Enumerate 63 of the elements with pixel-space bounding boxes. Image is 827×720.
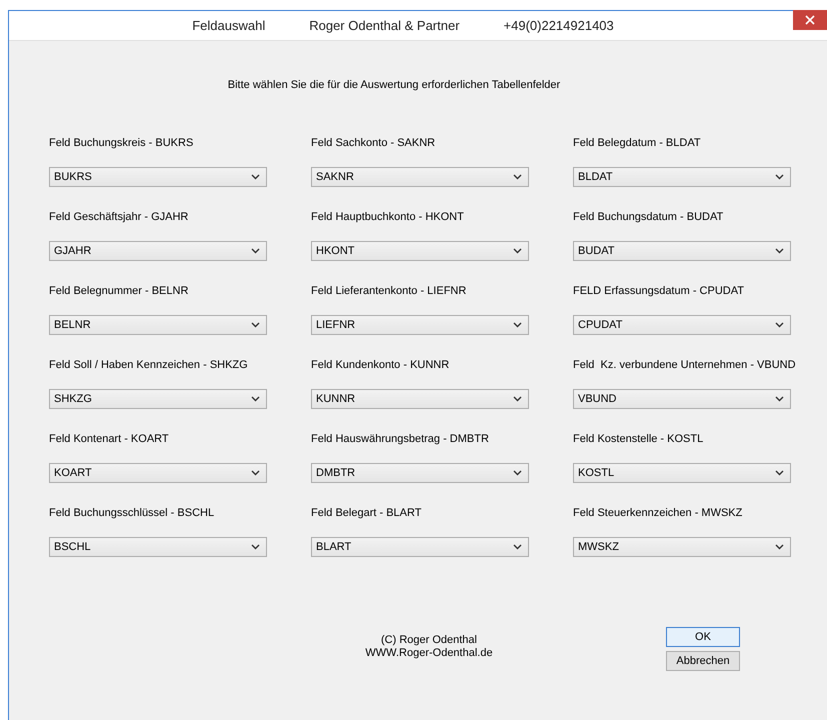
dropdown[interactable]: SAKNR (311, 167, 529, 187)
chevron-down-icon (775, 544, 784, 550)
dropdown[interactable]: HKONT (311, 241, 529, 261)
field-label: Feld Lieferantenkonto - LIEFNR (311, 284, 468, 298)
chevron-down-icon (251, 544, 260, 550)
dropdown[interactable]: DMBTR (311, 463, 529, 483)
dropdown[interactable]: CPUDAT (573, 315, 791, 335)
field-label: Feld Kostenstelle - KOSTL (573, 432, 704, 446)
dialog-button[interactable]: OK (666, 627, 740, 647)
chevron-down-icon (775, 322, 784, 328)
close-icon (805, 15, 815, 25)
field-label: FELD Erfassungsdatum - CPUDAT (573, 284, 745, 298)
field-label: Feld Belegnummer - BELNR (49, 284, 190, 298)
field-label: Feld Kundenkonto - KUNNR (311, 358, 450, 372)
dialog-button[interactable]: Abbrechen (666, 651, 740, 671)
dropdown[interactable]: KOSTL (573, 463, 791, 483)
close-button[interactable] (793, 10, 827, 30)
field-label: Feld Hauswährungsbetrag - DMBTR (311, 432, 490, 446)
chevron-down-icon (513, 544, 522, 550)
dropdown[interactable]: LIEFNR (311, 315, 529, 335)
dropdown[interactable]: KUNNR (311, 389, 529, 409)
dropdown[interactable]: GJAHR (49, 241, 267, 261)
dropdown[interactable]: BUKRS (49, 167, 267, 187)
field-label: Feld Soll / Haben Kennzeichen - SHKZG (49, 358, 249, 372)
chevron-down-icon (775, 174, 784, 180)
field-label: Feld Buchungsdatum - BUDAT (573, 210, 724, 224)
window-title: +49(0)2214921403 (504, 18, 614, 33)
field-label: Feld Hauptbuchkonto - HKONT (311, 210, 465, 224)
field-label: Feld Buchungsschlüssel - BSCHL (49, 506, 216, 520)
dropdown[interactable]: BELNR (49, 315, 267, 335)
copyright-text: WWW.Roger-Odenthal.de (364, 647, 494, 660)
field-label: Feld Belegdatum - BLDAT (573, 136, 702, 150)
chevron-down-icon (513, 174, 522, 180)
field-label: Feld Steuerkennzeichen - MWSKZ (573, 506, 744, 520)
window-title: Roger Odenthal & Partner (309, 18, 460, 33)
chevron-down-icon (775, 470, 784, 476)
chevron-down-icon (513, 322, 522, 328)
dropdown[interactable]: VBUND (573, 389, 791, 409)
dropdown[interactable]: KOART (49, 463, 267, 483)
chevron-down-icon (513, 470, 522, 476)
chevron-down-icon (775, 396, 784, 402)
chevron-down-icon (513, 248, 522, 254)
chevron-down-icon (251, 470, 260, 476)
chevron-down-icon (513, 396, 522, 402)
dropdown[interactable]: BUDAT (573, 241, 791, 261)
chevron-down-icon (251, 322, 260, 328)
field-label: Feld Belegart - BLART (311, 506, 422, 520)
chevron-down-icon (775, 248, 784, 254)
chevron-down-icon (251, 174, 260, 180)
field-label: Feld Kontenart - KOART (49, 432, 170, 446)
dropdown[interactable]: SHKZG (49, 389, 267, 409)
copyright-text: (C) Roger Odenthal (380, 634, 478, 647)
instruction-text: Bitte wählen Sie die für die Auswertung erforderlichen Tabellenfelder (228, 79, 560, 91)
chevron-down-icon (251, 248, 260, 254)
dropdown[interactable]: MWSKZ (573, 537, 791, 557)
field-label: Feld Geschäftsjahr - GJAHR (49, 210, 190, 224)
field-label: Feld Buchungskreis - BUKRS (49, 136, 194, 150)
field-label: Feld Sachkonto - SAKNR (311, 136, 436, 150)
window-title: Feldauswahl (192, 18, 266, 33)
dropdown[interactable]: BLDAT (573, 167, 791, 187)
dropdown[interactable]: BSCHL (49, 537, 267, 557)
chevron-down-icon (251, 396, 260, 402)
dropdown[interactable]: BLART (311, 537, 529, 557)
